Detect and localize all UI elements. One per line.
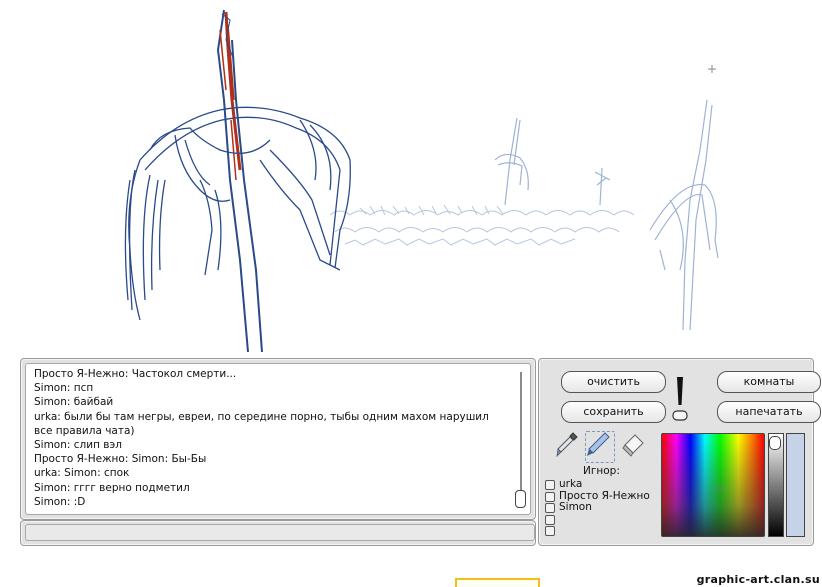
- chat-input-panel: [20, 520, 536, 546]
- chat-input[interactable]: [25, 524, 535, 541]
- ignore-user-name: Просто Я-Нежно: [559, 489, 650, 502]
- cursor-crosshair: [708, 65, 716, 73]
- chat-log[interactable]: Просто Я-Нежно: Частокол смерти... Simon…: [25, 363, 531, 515]
- chat-message: Simon: гггг верно подметил: [34, 481, 190, 494]
- rooms-button[interactable]: комнаты: [717, 371, 821, 393]
- brightness-slider-knob[interactable]: [769, 436, 781, 450]
- chat-message: Просто Я-Нежно: Частокол смерти...: [34, 368, 237, 380]
- clear-button[interactable]: очистить: [561, 371, 666, 393]
- chat-message: urka: Simon: спок: [34, 467, 130, 480]
- drawing-canvas[interactable]: [0, 0, 822, 352]
- chat-message: Simon: псп: [34, 382, 94, 395]
- ignore-checkbox[interactable]: [545, 526, 555, 536]
- ignore-row[interactable]: Simon: [545, 501, 655, 514]
- ignore-checkbox[interactable]: [545, 480, 555, 490]
- eraser-icon[interactable]: [619, 429, 647, 463]
- chat-message: Simon: байбай: [34, 396, 114, 409]
- bottom-banner: [455, 578, 540, 587]
- palette-marker[interactable]: [717, 485, 723, 491]
- save-button[interactable]: сохранить: [561, 401, 666, 423]
- color-palette[interactable]: [661, 433, 765, 537]
- tools-panel: очистить сохранить комнаты напечатать Иг…: [538, 358, 821, 546]
- chat-message: urka: были бы там негры, евреи, по серед…: [34, 410, 489, 437]
- watermark: graphic-art.clan.su: [696, 573, 820, 586]
- chat-message: Simon: :D: [34, 495, 86, 508]
- pen-icon[interactable]: [583, 429, 611, 463]
- exclamation-icon[interactable]: [670, 375, 690, 423]
- crowd-band: [329, 204, 635, 246]
- chat-panel: Просто Я-Нежно: Частокол смерти... Simon…: [20, 358, 536, 520]
- sketch-drawing: [124, 9, 719, 352]
- ignore-user-name: urka: [559, 478, 583, 490]
- chat-scrollbar-thumb[interactable]: [515, 490, 526, 508]
- ignore-row[interactable]: [545, 514, 655, 526]
- chat-scrollbar-track[interactable]: [520, 372, 522, 500]
- ignore-checkbox[interactable]: [545, 503, 555, 513]
- print-button[interactable]: напечатать: [717, 401, 821, 423]
- ignore-row[interactable]: [545, 525, 655, 537]
- chat-message: Просто Я-Нежно: Simon: Бы-Бы: [34, 453, 207, 466]
- eyedropper-icon[interactable]: [553, 429, 581, 463]
- ignore-checkbox[interactable]: [545, 491, 555, 502]
- chat-message: Simon: слип вэл: [34, 439, 122, 452]
- ignore-user-name: Simon: [559, 501, 592, 513]
- current-color-swatch: [786, 433, 805, 537]
- ignore-checkbox[interactable]: [545, 514, 555, 525]
- main-pole: [216, 9, 263, 352]
- ignore-list: urka Просто Я-Нежно Simon: [545, 478, 655, 537]
- ignore-label: Игнор:: [583, 465, 620, 477]
- distant-figures: [494, 99, 719, 331]
